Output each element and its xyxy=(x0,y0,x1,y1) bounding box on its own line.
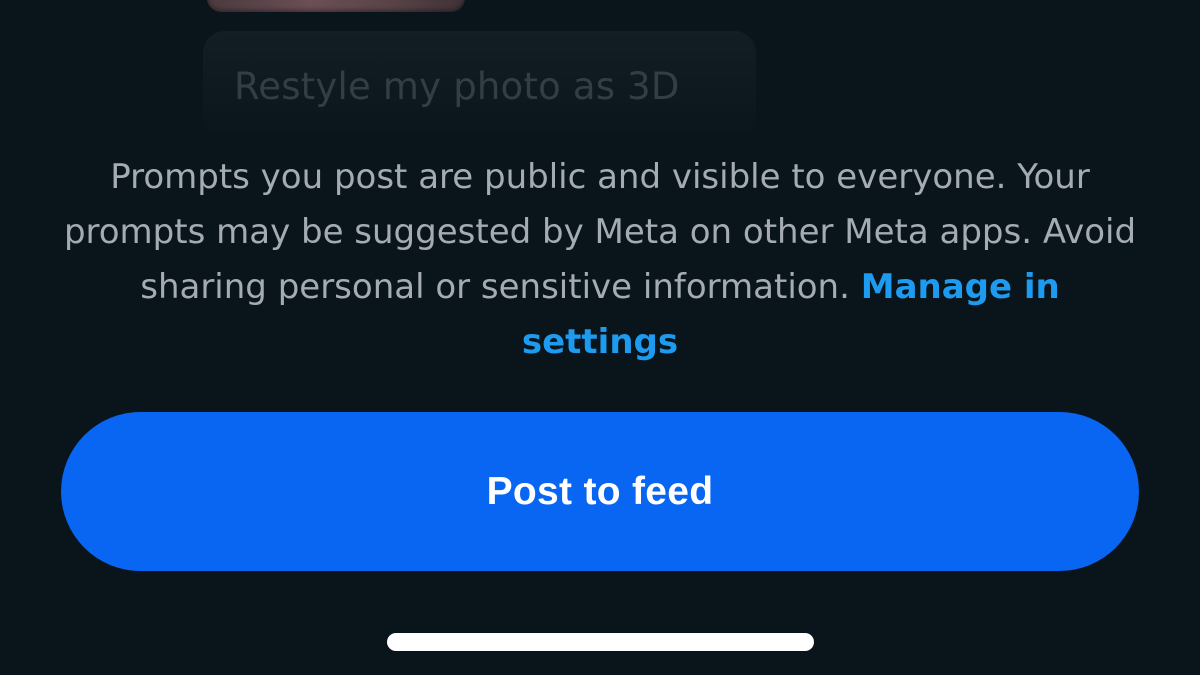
home-indicator[interactable] xyxy=(387,633,814,651)
prompt-suggestion-text: Restyle my photo as 3D xyxy=(234,65,680,108)
post-to-feed-button[interactable]: Post to feed xyxy=(61,412,1139,571)
image-thumbnail[interactable] xyxy=(207,0,465,12)
post-to-feed-label: Post to feed xyxy=(486,469,714,513)
privacy-disclaimer: Prompts you post are public and visible … xyxy=(60,150,1140,370)
prompt-suggestion-chip[interactable]: Restyle my photo as 3D xyxy=(203,31,756,141)
